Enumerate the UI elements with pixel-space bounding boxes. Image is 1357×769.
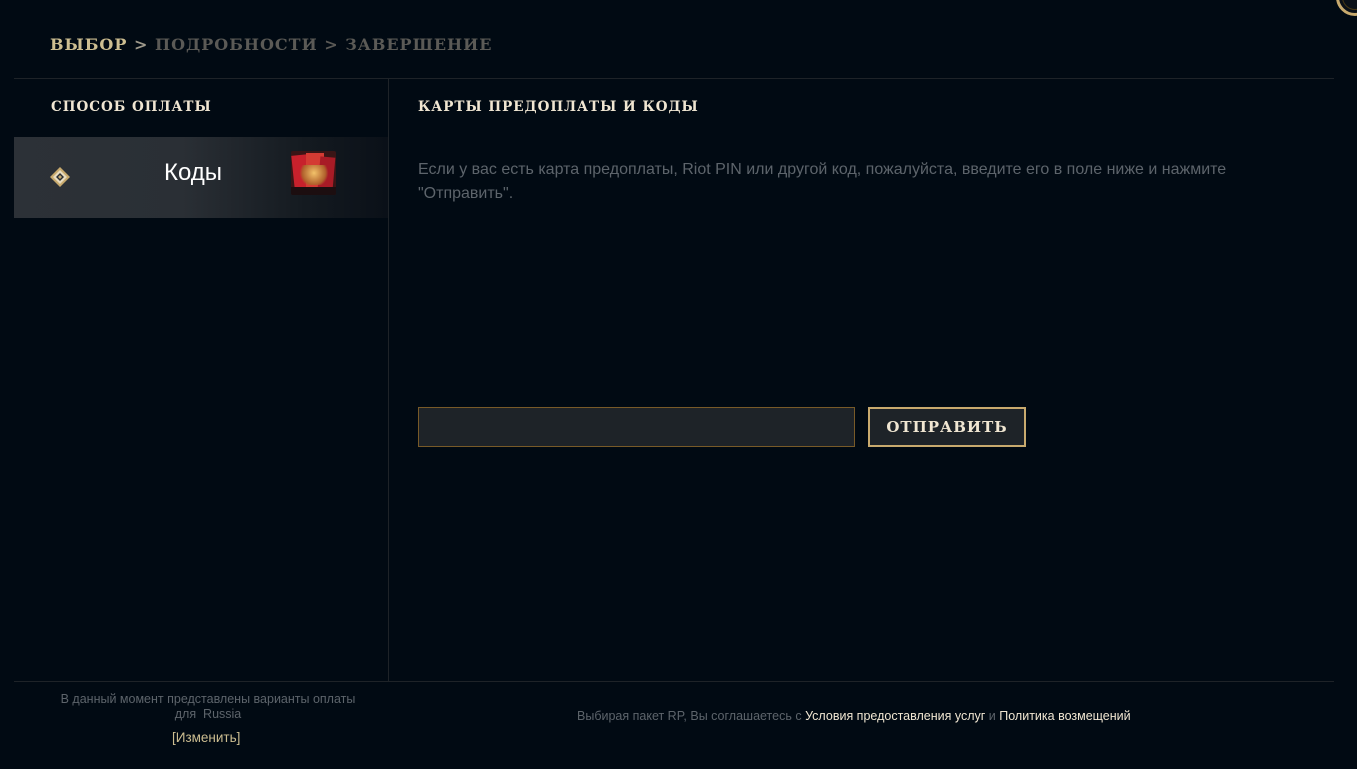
payment-method-title: СПОСОБ ОПЛАТЫ	[51, 99, 212, 115]
refund-policy-link[interactable]: Политика возмещений	[999, 709, 1130, 723]
column-divider	[388, 79, 389, 681]
agreement-prefix: Выбирая пакет RP, Вы соглашаетесь с	[577, 709, 802, 723]
code-input[interactable]	[418, 407, 855, 447]
breadcrumb-step-select: ВЫБОР	[50, 35, 128, 54]
agreement-text: Выбирая пакет RP, Вы соглашаетесь с Усло…	[577, 709, 1131, 723]
breadcrumb-separator: >	[133, 35, 149, 54]
submit-button[interactable]: ОТПРАВИТЬ	[868, 407, 1026, 447]
prepaid-codes-title: КАРТЫ ПРЕДОПЛАТЫ И КОДЫ	[418, 99, 699, 115]
header-divider	[14, 78, 1334, 79]
diamond-coin-icon	[50, 167, 70, 187]
payment-method-label: Коды	[164, 159, 223, 186]
region-notice-line2: для Russia	[174, 707, 242, 721]
breadcrumb: ВЫБОР > ПОДРОБНОСТИ > ЗАВЕРШЕНИЕ	[50, 35, 492, 54]
prepaid-instructions: Если у вас есть карта предоплаты, Riot P…	[418, 161, 1227, 202]
agreement-and: и	[988, 709, 996, 723]
prepaid-card-thumbnail	[291, 151, 336, 195]
breadcrumb-step-complete: ЗАВЕРШЕНИЕ	[345, 35, 493, 54]
breadcrumb-separator: >	[324, 35, 339, 54]
terms-link[interactable]: Условия предоставления услуг	[805, 709, 985, 723]
change-region-link[interactable]: [Изменить]	[172, 730, 240, 745]
footer-divider	[14, 681, 1334, 682]
region-notice-line1: В данный момент представлены варианты оп…	[60, 692, 356, 706]
corner-ring-icon[interactable]	[1336, 0, 1357, 16]
region-notice: В данный момент представлены варианты оп…	[14, 692, 402, 722]
payment-method-codes[interactable]: Коды	[14, 137, 388, 218]
breadcrumb-step-details: ПОДРОБНОСТИ	[154, 35, 318, 54]
corner-ring-inner	[1342, 0, 1357, 10]
